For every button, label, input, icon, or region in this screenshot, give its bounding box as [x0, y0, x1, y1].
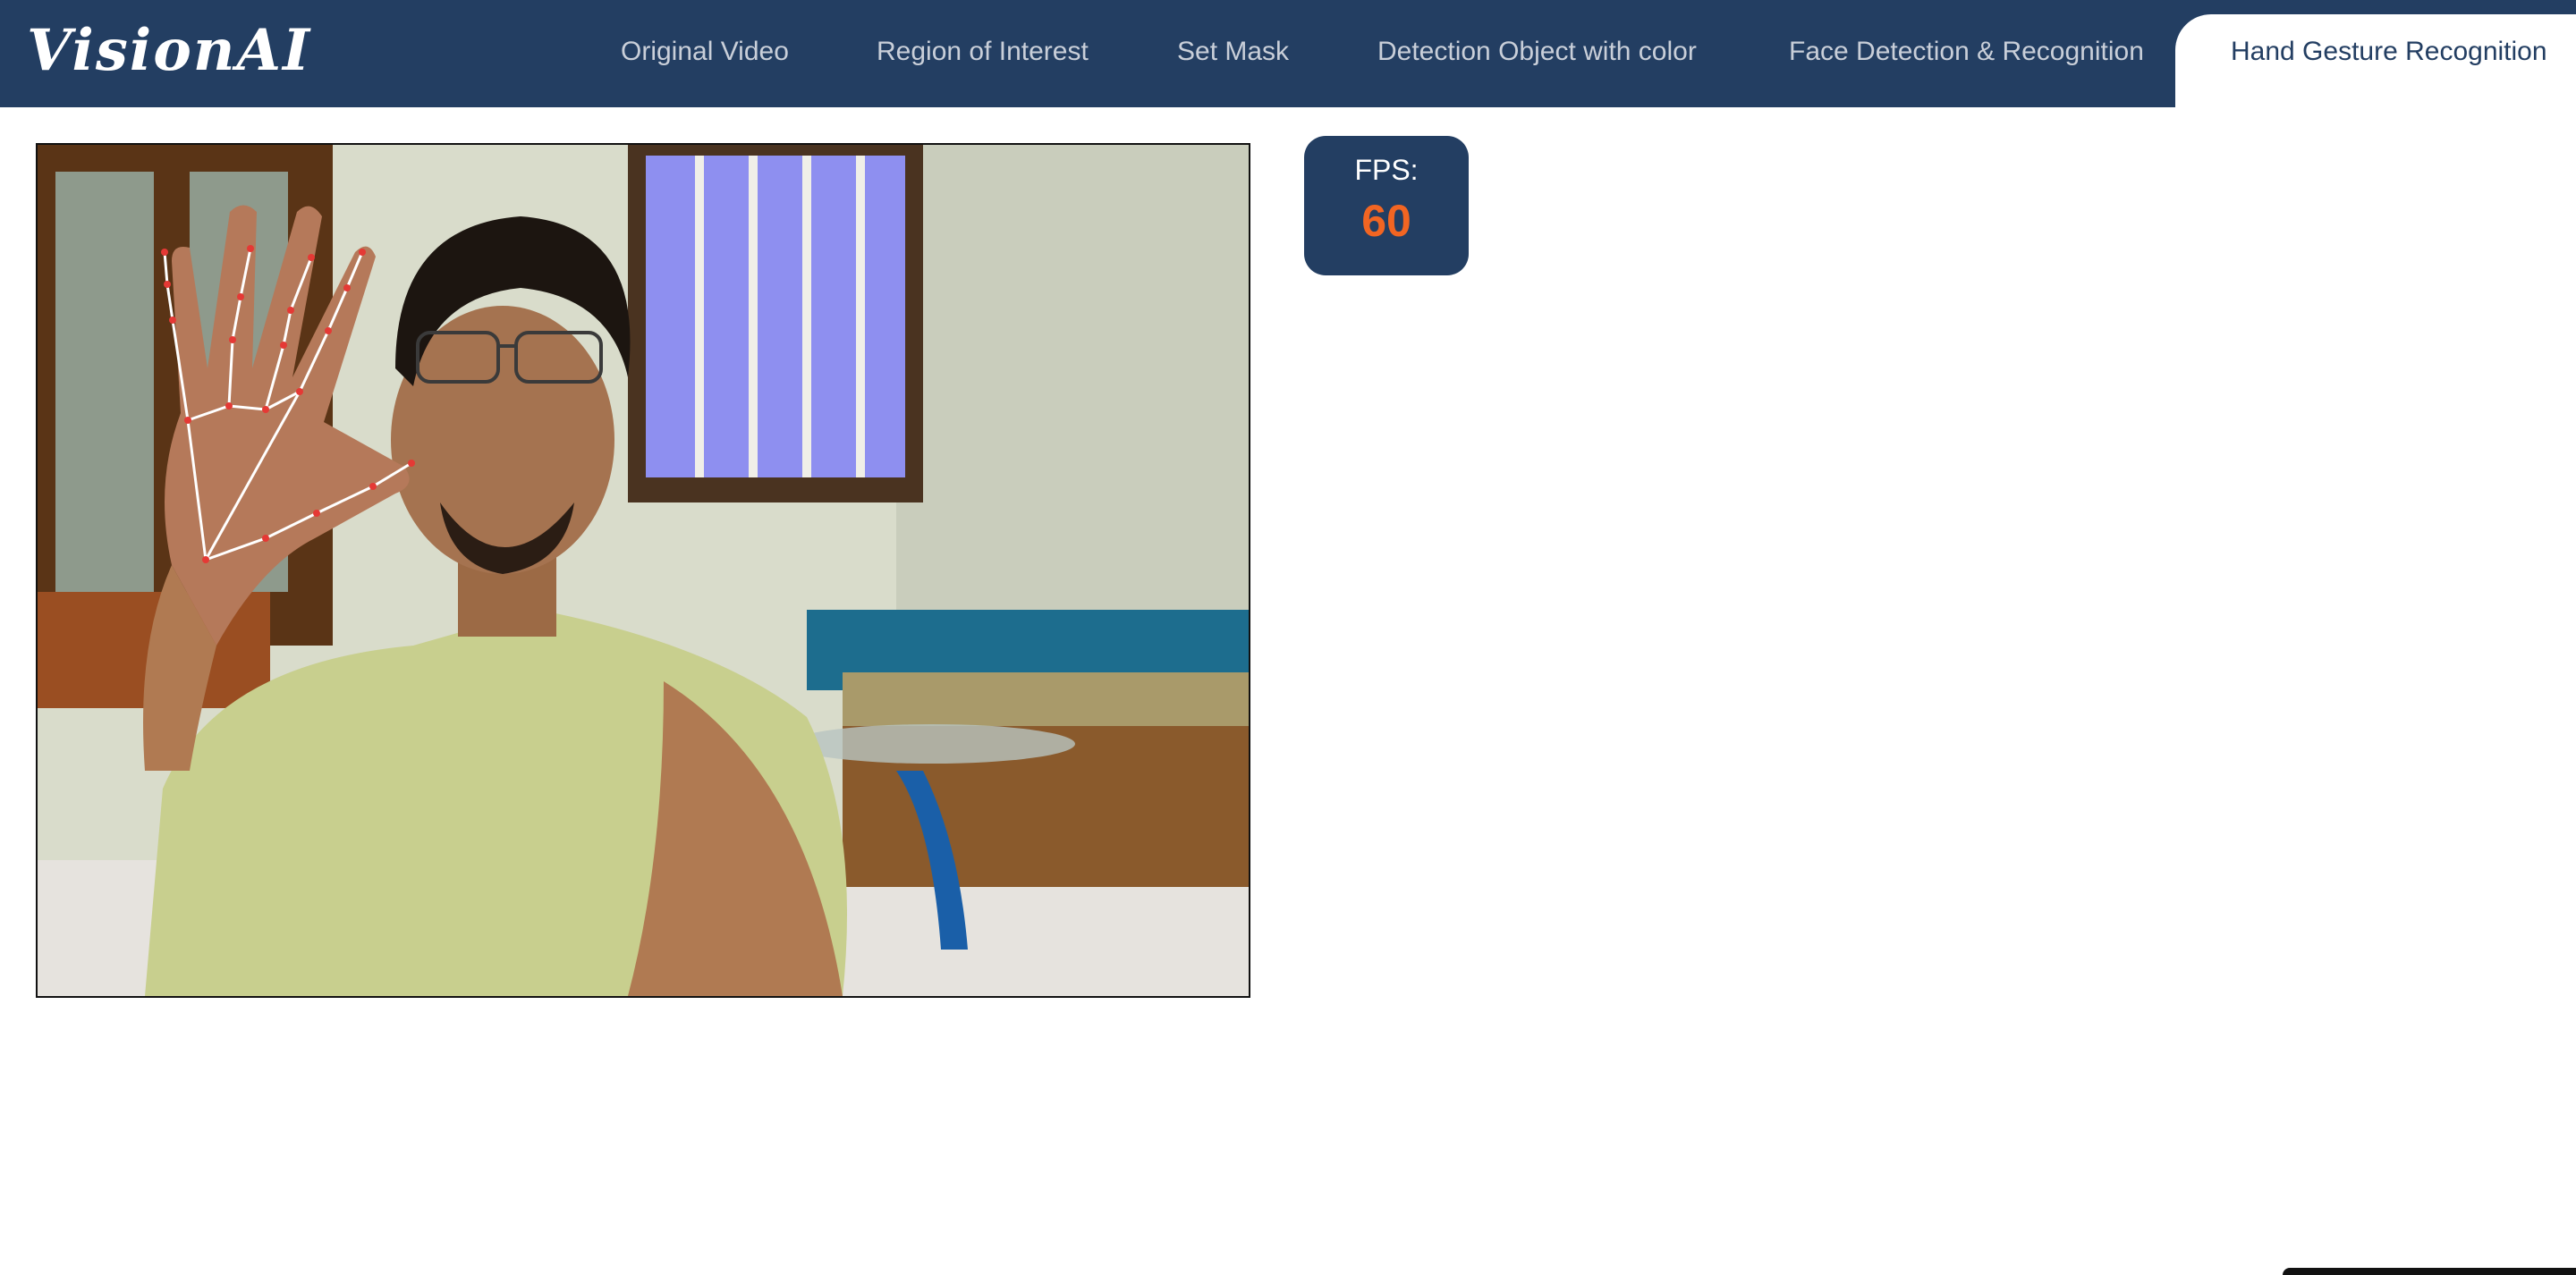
window-glass — [646, 156, 905, 477]
fps-label: FPS: — [1354, 154, 1419, 186]
video-scene — [38, 145, 1249, 996]
glass-table-top — [789, 724, 1075, 764]
cabinet-glass-left — [55, 172, 154, 592]
video-feed — [36, 143, 1250, 998]
top-navbar: VisionAI Original Video Region of Intere… — [0, 0, 2576, 107]
tab-detection-object-with-color[interactable]: Detection Object with color — [1377, 0, 1697, 104]
tab-hand-gesture-recognition[interactable]: Hand Gesture Recognition — [2175, 14, 2576, 107]
nav-tabs: Original Video Region of Interest Set Ma… — [0, 0, 2576, 107]
tab-original-video[interactable]: Original Video — [621, 0, 789, 104]
fps-value: 60 — [1361, 196, 1411, 246]
bottom-right-bar — [2283, 1268, 2576, 1275]
fps-counter: FPS: 60 — [1304, 136, 1469, 275]
tab-region-of-interest[interactable]: Region of Interest — [877, 0, 1089, 104]
tab-set-mask[interactable]: Set Mask — [1177, 0, 1289, 104]
tab-face-detection-recognition[interactable]: Face Detection & Recognition — [1789, 0, 2144, 104]
